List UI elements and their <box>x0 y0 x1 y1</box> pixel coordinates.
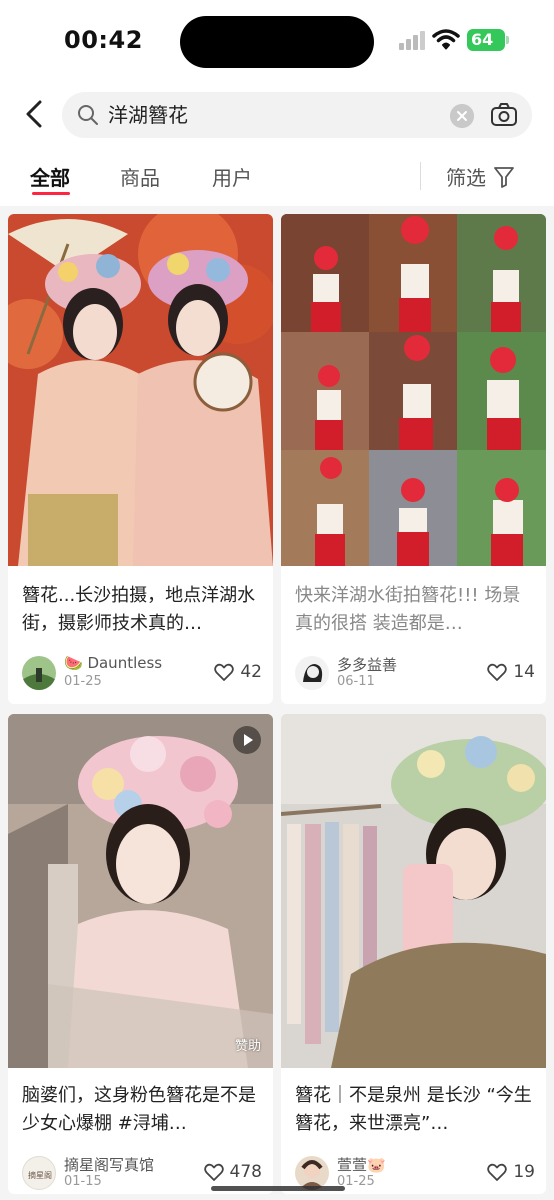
note-meta: 多多益善 06-11 14 <box>295 654 535 694</box>
sponsor-tag: 赞助 <box>234 1039 261 1054</box>
note-card[interactable]: 簪花｜不是泉州 是长沙 “今生簪花，来世漂亮”… 萱萱🐷 01-25 19 <box>281 714 546 1194</box>
wifi-icon <box>432 29 460 50</box>
status-bar: 00:42 64 <box>0 0 554 84</box>
avatar-studio-logo: 摘星阁 <box>28 1170 52 1180</box>
search-icon <box>78 105 98 125</box>
heart-icon <box>487 1163 508 1181</box>
like-count: 478 <box>229 1162 262 1182</box>
avatar[interactable]: 摘星阁 <box>22 1156 56 1190</box>
cover-photo-two-women-flower-crowns <box>8 214 273 566</box>
camera-icon[interactable] <box>490 102 518 128</box>
search-header: 洋湖簪花 <box>0 84 554 148</box>
avatar[interactable] <box>22 656 56 690</box>
avatar-landscape <box>22 656 56 690</box>
play-icon[interactable] <box>233 726 261 754</box>
note-title[interactable]: 簪花...长沙拍摄，地点洋湖水街，摄影师技术真的… <box>22 582 262 638</box>
post-date: 01-25 <box>64 674 102 689</box>
signal-icon <box>399 31 425 50</box>
like-button[interactable]: 19 <box>487 1162 535 1182</box>
note-cover-image[interactable] <box>281 714 546 1068</box>
battery-indicator: 64 <box>467 29 509 51</box>
home-indicator[interactable] <box>211 1186 345 1191</box>
tab-products[interactable]: 商品 <box>120 162 160 191</box>
tab-divider <box>420 162 421 190</box>
status-time: 00:42 <box>64 26 143 54</box>
author-name[interactable]: 多多益善 <box>337 654 397 675</box>
author-name[interactable]: 🍉 Dauntless <box>64 654 162 672</box>
note-title[interactable]: 簪花｜不是泉州 是长沙 “今生簪花，来世漂亮”… <box>295 1082 535 1138</box>
note-meta: 🍉 Dauntless 01-25 42 <box>22 654 262 694</box>
heart-icon <box>487 663 508 681</box>
dynamic-island <box>180 16 374 68</box>
avatar[interactable] <box>295 1156 329 1190</box>
filter-icon <box>494 166 514 188</box>
back-button[interactable] <box>18 96 50 132</box>
note-cover-image[interactable]: 赞助 <box>8 714 273 1068</box>
play-triangle <box>244 734 253 746</box>
battery-tip <box>506 36 509 44</box>
cover-photo-pink-flower-crown <box>8 714 273 1068</box>
svg-text:摘星阁: 摘星阁 <box>28 1170 52 1180</box>
heart-icon <box>214 663 235 681</box>
like-count: 14 <box>513 662 535 682</box>
active-tab-indicator <box>32 192 70 195</box>
tab-users[interactable]: 用户 <box>212 162 252 191</box>
filter-button[interactable]: 筛选 <box>446 162 514 191</box>
battery-level: 64 <box>471 30 494 49</box>
like-button[interactable]: 42 <box>214 662 262 682</box>
like-count: 42 <box>240 662 262 682</box>
search-box[interactable]: 洋湖簪花 <box>62 92 532 138</box>
note-cover-image[interactable] <box>8 214 273 566</box>
search-input[interactable]: 洋湖簪花 <box>108 92 438 138</box>
note-cover-image[interactable] <box>281 214 546 566</box>
note-title[interactable]: 脑婆们，这身粉色簪花是不是少女心爆棚 #浔埔… <box>22 1082 262 1138</box>
tab-all[interactable]: 全部 <box>30 162 70 191</box>
avatar-ink-drawing <box>295 656 329 690</box>
note-card[interactable]: 簪花...长沙拍摄，地点洋湖水街，摄影师技术真的… 🍉 Dauntless 01… <box>8 214 273 704</box>
like-button[interactable]: 478 <box>203 1162 262 1182</box>
note-card[interactable]: 快来洋湖水街拍簪花!!! 场景真的很搭 装造都是… 多多益善 06-11 14 <box>281 214 546 704</box>
post-date: 06-11 <box>337 674 375 689</box>
note-title[interactable]: 快来洋湖水街拍簪花!!! 场景真的很搭 装造都是… <box>295 582 535 638</box>
back-arrow-icon <box>26 100 42 128</box>
heart-icon <box>203 1163 224 1181</box>
author-name[interactable]: 萱萱🐷 <box>337 1154 386 1175</box>
like-button[interactable]: 14 <box>487 662 535 682</box>
avatar-portrait <box>295 1156 329 1190</box>
post-date: 01-15 <box>64 1174 102 1189</box>
cover-photo-collage <box>281 214 546 566</box>
author-name[interactable]: 摘星阁写真馆 <box>64 1154 154 1175</box>
avatar[interactable] <box>295 656 329 690</box>
note-card[interactable]: 赞助 脑婆们，这身粉色簪花是不是少女心爆棚 #浔埔… 摘星阁 摘星阁写真馆 01… <box>8 714 273 1194</box>
tab-bar: 全部 商品 用户 筛选 <box>0 148 554 206</box>
cover-photo-mirror-selfie <box>281 714 546 1068</box>
like-count: 19 <box>513 1162 535 1182</box>
filter-label: 筛选 <box>446 166 486 190</box>
clear-icon[interactable] <box>450 104 474 128</box>
